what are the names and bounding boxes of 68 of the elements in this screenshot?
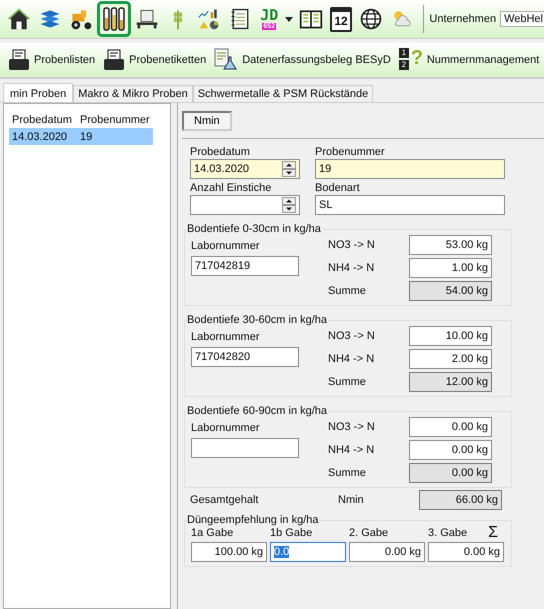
input-field[interactable]: 1.00 kg (409, 258, 492, 278)
input-field[interactable]: 2.00 kg (409, 349, 492, 369)
input-field[interactable]: 19 (315, 159, 505, 179)
calendar-icon[interactable]: 12 (330, 6, 352, 32)
total-field: 66.00 kg (419, 490, 502, 510)
spinner-icon[interactable] (282, 197, 296, 213)
field-label: 1b Gabe (270, 526, 312, 540)
input-field[interactable]: 53.00 kg (409, 235, 492, 255)
field-label: NO3 -> N (328, 330, 376, 342)
group-title: Düngeempfehlung in kg/ha (186, 514, 320, 526)
field-label: Probenummer (315, 145, 386, 159)
total-sublabel: Nmin (338, 494, 365, 506)
input-field[interactable]: 0.00 kg (409, 440, 492, 460)
field-label: NO3 -> N (328, 421, 376, 433)
printer-icon (8, 49, 30, 71)
printer-icon (103, 49, 126, 71)
input-field[interactable]: SL (315, 195, 505, 215)
tab[interactable]: min Proben (3, 83, 74, 102)
input-field[interactable]: 10.00 kg (409, 326, 492, 346)
sum-sign: Σ (488, 524, 499, 542)
input-field[interactable]: 0.00 kg (349, 542, 425, 562)
company-label: Unternehmen (429, 13, 496, 25)
input-field[interactable]: 0.0 (270, 542, 346, 562)
tab[interactable]: Schwermetalle & PSM Rückstände (192, 85, 374, 102)
field-label: Summe (328, 467, 367, 479)
field-label: Labornummer (191, 239, 260, 253)
company-field[interactable]: WebHel (500, 11, 544, 27)
field-label: Probedatum (190, 145, 251, 159)
spinner-icon[interactable] (282, 161, 296, 177)
input-field[interactable]: 717042820 (191, 347, 299, 367)
input-field[interactable]: 0.00 kg (409, 417, 492, 437)
list-row[interactable]: 14.03.2020 19 (9, 128, 153, 145)
group-title: Bodentiefe 60-90cm in kg/ha (186, 405, 328, 417)
column-header: Probenummer (80, 114, 150, 126)
group-title: Bodentiefe 0-30cm in kg/ha (186, 223, 322, 235)
input-field[interactable] (191, 438, 299, 458)
field-label: 2. Gabe (349, 526, 388, 540)
total-label: Gesamtgehalt (190, 494, 260, 506)
field-label: Labornummer (191, 330, 260, 344)
group-title: Bodentiefe 30-60cm in kg/ha (186, 314, 328, 326)
field-label: NH4 -> N (328, 353, 376, 365)
dropdown-caret-icon[interactable] (283, 14, 296, 24)
input-field: 12.00 kg (409, 372, 492, 392)
input-field[interactable] (190, 195, 300, 215)
input-field[interactable]: 717042819 (191, 256, 299, 276)
tab[interactable]: Makro & Mikro Proben (73, 85, 193, 102)
action-button[interactable]: Probenetiketten (99, 47, 210, 73)
field-label: 3. Gabe (428, 526, 468, 540)
field-label: Summe (328, 285, 367, 297)
test-tubes-icon[interactable] (97, 1, 131, 37)
field-label: Summe (328, 376, 367, 388)
field-label: 1a Gabe (191, 526, 234, 540)
field-label: Labornummer (191, 421, 260, 435)
tab[interactable]: Nmin (182, 111, 232, 131)
action-button[interactable]: Datenerfassungsbeleg BESyD (210, 46, 395, 74)
input-field: 54.00 kg (409, 281, 492, 301)
field-label: NH4 -> N (328, 262, 376, 274)
document-flask-icon (214, 48, 238, 72)
field-label: Anzahl Einstiche (190, 181, 272, 195)
action-button[interactable]: Probenlisten (4, 47, 100, 73)
field-label: NH4 -> N (328, 444, 376, 456)
input-field[interactable]: 0.00 kg (428, 542, 504, 562)
field-label: Bodenart (315, 181, 361, 195)
input-field[interactable]: 100.00 kg (191, 542, 267, 562)
field-label: NO3 -> N (328, 239, 376, 251)
input-field: 0.00 kg (409, 463, 492, 483)
column-header: Probedatum (12, 114, 73, 126)
input-field[interactable]: 14.03.2020 (190, 159, 300, 179)
